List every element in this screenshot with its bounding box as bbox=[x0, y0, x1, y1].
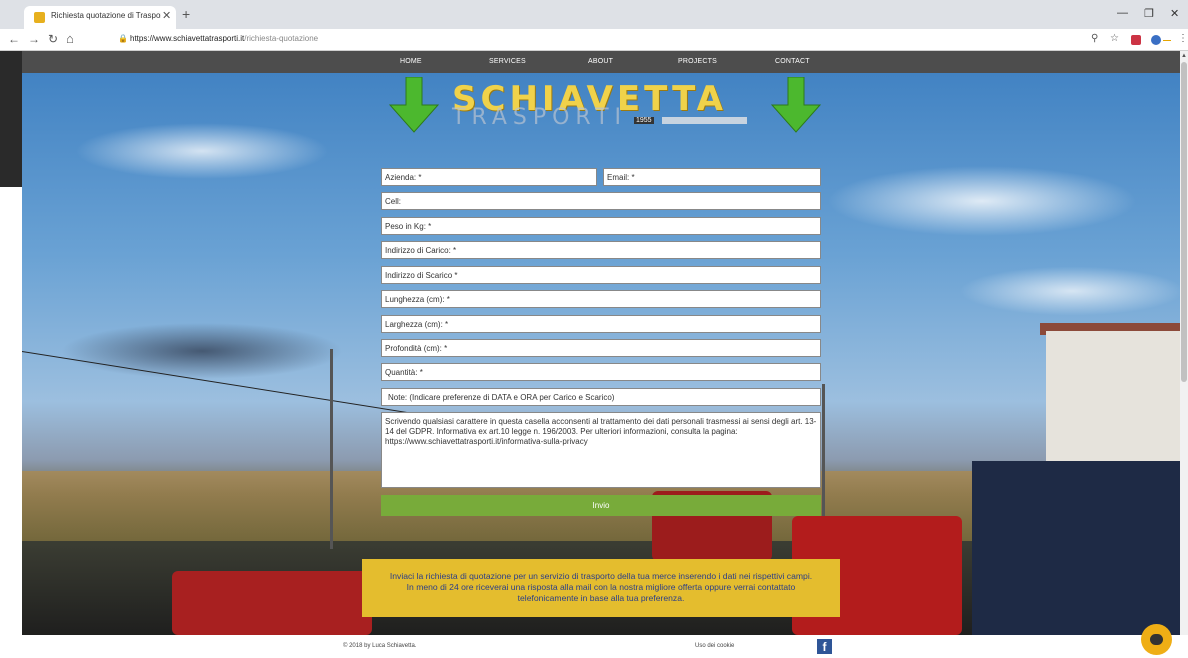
browser-tab[interactable]: Richiesta quotazione di Trasport ✕ bbox=[24, 6, 176, 29]
nav-contact[interactable]: CONTACT bbox=[775, 58, 810, 65]
site-footer: © 2018 by Luca Schiavetta. Uso dei cooki… bbox=[0, 635, 1188, 658]
red-truck bbox=[172, 571, 372, 635]
profondita-field[interactable]: Profondità (cm): * bbox=[381, 339, 821, 357]
power-line bbox=[22, 351, 437, 418]
info-box: Inviaci la richiesta di quotazione per u… bbox=[362, 559, 840, 617]
facebook-icon[interactable]: f bbox=[817, 639, 832, 654]
site-favicon-icon bbox=[34, 12, 45, 23]
url-path: /richiesta-quotazione bbox=[244, 34, 319, 43]
site-nav-bar: HOME SERVICES ABOUT PROJECTS CONTACT bbox=[22, 51, 1180, 73]
azienda-field[interactable]: Azienda: * bbox=[381, 168, 597, 186]
back-icon[interactable]: ← bbox=[8, 32, 20, 46]
extension-dash-icon[interactable] bbox=[1163, 40, 1171, 41]
house-building bbox=[1046, 331, 1180, 481]
menu-icon[interactable]: ⋮ bbox=[1178, 33, 1188, 44]
peso-field[interactable]: Peso in Kg: * bbox=[381, 217, 821, 235]
url-domain: https://www.schiavettatrasporti.it bbox=[130, 34, 245, 43]
logo-year: 1955 bbox=[634, 117, 654, 124]
nav-about[interactable]: ABOUT bbox=[588, 58, 613, 65]
chat-button[interactable] bbox=[1141, 624, 1172, 655]
left-arrow-down-icon bbox=[388, 77, 440, 133]
new-tab-icon[interactable]: + bbox=[182, 6, 190, 22]
nav-services[interactable]: SERVICES bbox=[489, 58, 526, 65]
logo-bar bbox=[662, 117, 747, 124]
info-line-2: In meno di 24 ore riceverai una risposta… bbox=[406, 582, 796, 592]
lunghezza-field[interactable]: Lunghezza (cm): * bbox=[381, 290, 821, 308]
close-tab-icon[interactable]: ✕ bbox=[162, 9, 171, 22]
privacy-consent-textarea[interactable]: Scrivendo qualsiasi carattere in questa … bbox=[381, 412, 821, 488]
carico-field[interactable]: Indirizzo di Carico: * bbox=[381, 241, 821, 259]
cell-field[interactable]: Cell: bbox=[381, 192, 821, 210]
scrollbar-thumb[interactable] bbox=[1181, 62, 1187, 382]
nav-home[interactable]: HOME bbox=[400, 58, 422, 65]
home-icon[interactable]: ⌂ bbox=[66, 31, 74, 46]
right-arrow-down-icon bbox=[770, 77, 822, 133]
chat-bubble-icon bbox=[1150, 634, 1163, 645]
zoom-icon[interactable]: ⚲ bbox=[1091, 33, 1098, 44]
reload-icon[interactable]: ↻ bbox=[48, 32, 58, 46]
street-pole bbox=[330, 349, 333, 549]
close-window-icon[interactable]: ✕ bbox=[1170, 7, 1179, 20]
quantita-field[interactable]: Quantità: * bbox=[381, 363, 821, 381]
logo-subtitle: TRASPORTI bbox=[452, 105, 628, 130]
side-overlay-panel bbox=[0, 51, 22, 187]
footer-copyright: © 2018 by Luca Schiavetta. bbox=[343, 643, 417, 649]
url-field[interactable]: https://www.schiavettatrasporti.it/richi… bbox=[130, 34, 318, 43]
scroll-up-icon[interactable]: ▲ bbox=[1181, 53, 1187, 59]
cookie-link[interactable]: Uso dei cookie bbox=[695, 643, 734, 649]
extension-blue-icon[interactable] bbox=[1151, 35, 1161, 45]
scarico-field[interactable]: Indirizzo di Scarico * bbox=[381, 266, 821, 284]
forward-icon[interactable]: → bbox=[28, 32, 40, 46]
maximize-icon[interactable]: ❐ bbox=[1144, 7, 1154, 20]
page-background: HOME SERVICES ABOUT PROJECTS CONTACT SCH… bbox=[22, 51, 1180, 635]
address-bar: ← → ↻ ⌂ 🔒 https://www.schiavettatrasport… bbox=[0, 29, 1188, 51]
lock-icon[interactable]: 🔒 bbox=[118, 34, 128, 43]
tab-title: Richiesta quotazione di Trasport bbox=[51, 11, 161, 20]
minimize-icon[interactable]: — bbox=[1117, 7, 1128, 19]
extension-pdf-icon[interactable] bbox=[1131, 35, 1141, 45]
browser-tab-bar: Richiesta quotazione di Trasport ✕ + — ❐… bbox=[0, 0, 1188, 29]
info-line-1: Inviaci la richiesta di quotazione per u… bbox=[389, 571, 813, 581]
email-field[interactable]: Email: * bbox=[603, 168, 821, 186]
submit-button[interactable]: Invio bbox=[381, 495, 821, 516]
truck-trailer bbox=[972, 461, 1180, 635]
nav-projects[interactable]: PROJECTS bbox=[678, 58, 717, 65]
info-line-3: telefonicamente in base alla tua prefere… bbox=[517, 593, 685, 603]
larghezza-field[interactable]: Larghezza (cm): * bbox=[381, 315, 821, 333]
note-field[interactable]: Note: (Indicare preferenze di DATA e ORA… bbox=[381, 388, 821, 406]
bookmark-star-icon[interactable]: ☆ bbox=[1110, 33, 1119, 44]
